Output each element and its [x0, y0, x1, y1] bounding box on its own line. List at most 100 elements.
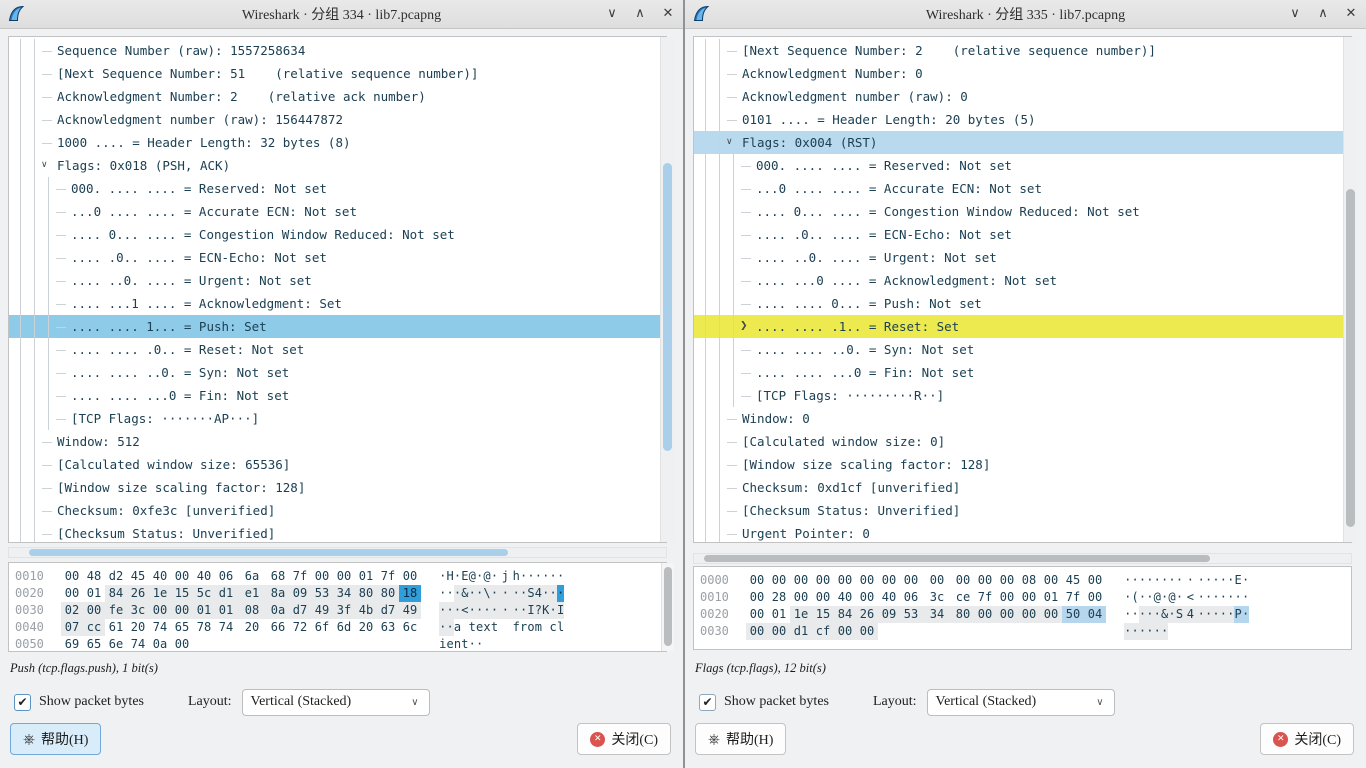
ascii-char[interactable]: ·	[1161, 572, 1168, 589]
hex-row[interactable]: 001000280000400040063cce7f0000017f00·(··…	[700, 589, 1351, 606]
ascii-char[interactable]: ·	[446, 602, 453, 619]
ascii-char[interactable]: ·	[1139, 572, 1146, 589]
hex-byte[interactable]: e1	[237, 585, 267, 602]
hex-byte[interactable]: 00	[974, 572, 996, 589]
hex-byte[interactable]: 20	[355, 619, 377, 636]
hex-byte[interactable]: 06	[900, 589, 922, 606]
hex-byte[interactable]: 40	[878, 589, 900, 606]
hex-byte[interactable]: 01	[215, 602, 237, 619]
ascii-char[interactable]: ·	[1124, 623, 1131, 640]
ascii-char[interactable]: ·	[549, 602, 556, 619]
ascii-char[interactable]: ·	[1168, 572, 1175, 589]
ascii-char[interactable]: ·	[491, 568, 498, 585]
ascii-char[interactable]: ·	[1242, 589, 1249, 606]
close-window-button[interactable]: ✕	[659, 4, 677, 24]
hex-byte[interactable]: 01	[83, 585, 105, 602]
hex-byte[interactable]: 7f	[377, 568, 399, 585]
hex-byte[interactable]: 53	[311, 585, 333, 602]
hex-byte[interactable]: 15	[171, 585, 193, 602]
hex-byte[interactable]: 66	[267, 619, 289, 636]
tree-row[interactable]: Window: 0	[694, 407, 1351, 430]
scrollbar-thumb[interactable]	[664, 567, 672, 646]
tree-row[interactable]: .... ...0 .... = Acknowledgment: Not set	[694, 269, 1351, 292]
hex-byte[interactable]: 20	[237, 619, 267, 636]
hex-byte[interactable]: 00	[311, 568, 333, 585]
minimize-button[interactable]: ∨	[1286, 4, 1304, 24]
ascii-char[interactable]: ·	[439, 568, 446, 585]
maximize-button[interactable]: ∧	[631, 4, 649, 24]
hex-byte[interactable]: 40	[834, 589, 856, 606]
hex-byte[interactable]: 00	[1040, 572, 1062, 589]
hex-row[interactable]: 00100048d245400040066a687f0000017f00·H·E…	[15, 568, 666, 585]
ascii-char[interactable]: 4	[535, 585, 542, 602]
expander-open-icon[interactable]: ∨	[726, 131, 742, 154]
ascii-char[interactable]: (	[1131, 589, 1138, 606]
tree-row[interactable]: 0101 .... = Header Length: 20 bytes (5)	[694, 108, 1351, 131]
ascii-char[interactable]: ·	[1168, 606, 1175, 623]
ascii-char[interactable]: ·	[520, 585, 527, 602]
ascii-char[interactable]: S	[527, 585, 534, 602]
ascii-char[interactable]: a	[454, 619, 461, 636]
hex-byte[interactable]: 63	[377, 619, 399, 636]
ascii-char[interactable]: ·	[1176, 589, 1183, 606]
tree-row[interactable]: .... .0.. .... = ECN-Echo: Not set	[9, 246, 666, 269]
tree-row[interactable]: [Next Sequence Number: 51 (relative sequ…	[9, 62, 666, 85]
packet-bytes-pane[interactable]: 000000000000000000000000000008004500····…	[693, 566, 1352, 650]
hex-byte[interactable]: 00	[399, 568, 421, 585]
scrollbar-thumb[interactable]	[704, 555, 1210, 562]
hex-byte[interactable]: 6f	[311, 619, 333, 636]
hex-byte[interactable]: 61	[105, 619, 127, 636]
hex-byte[interactable]: 0a	[267, 602, 289, 619]
tree-row[interactable]: ...0 .... .... = Accurate ECN: Not set	[694, 177, 1351, 200]
ascii-char[interactable]: t	[469, 619, 476, 636]
hex-byte[interactable]: 74	[127, 636, 149, 652]
ascii-char[interactable]: ·	[549, 585, 556, 602]
hex-byte[interactable]: 45	[127, 568, 149, 585]
ascii-char[interactable]: ·	[1131, 623, 1138, 640]
ascii-char[interactable]: ·	[1124, 572, 1131, 589]
hex-byte[interactable]: 00	[974, 606, 996, 623]
hex-byte[interactable]: 7f	[289, 568, 311, 585]
ascii-char[interactable]: t	[461, 636, 468, 652]
hex-byte[interactable]: 00	[746, 623, 768, 640]
hex-byte[interactable]: 09	[289, 585, 311, 602]
hex-row[interactable]: 00300000d1cf0000······	[700, 623, 1351, 640]
hex-byte[interactable]: 4b	[355, 602, 377, 619]
ascii-char[interactable]: ·	[1220, 572, 1227, 589]
tree-row[interactable]: .... .... .0.. = Reset: Not set	[9, 338, 666, 361]
hex-byte[interactable]: 08	[237, 602, 267, 619]
hex-byte[interactable]: 50	[1062, 606, 1084, 623]
tree-horizontal-scrollbar[interactable]	[8, 547, 667, 558]
hex-byte[interactable]: 00	[171, 568, 193, 585]
hex-byte[interactable]: 00	[149, 602, 171, 619]
hex-byte[interactable]: 80	[952, 606, 974, 623]
minimize-button[interactable]: ∨	[603, 4, 621, 24]
ascii-char[interactable]: &	[1161, 606, 1168, 623]
hex-byte[interactable]: 18	[399, 585, 421, 602]
ascii-char[interactable]: ·	[542, 585, 549, 602]
expander-closed-icon[interactable]: ❯	[740, 315, 756, 338]
hex-byte[interactable]: ce	[952, 589, 974, 606]
ascii-char[interactable]: ·	[446, 585, 453, 602]
maximize-button[interactable]: ∧	[1314, 4, 1332, 24]
tree-row[interactable]: .... 0... .... = Congestion Window Reduc…	[694, 200, 1351, 223]
ascii-char[interactable]: h	[513, 568, 520, 585]
ascii-char[interactable]: ·	[491, 585, 498, 602]
tree-row[interactable]: 1000 .... = Header Length: 32 bytes (8)	[9, 131, 666, 154]
ascii-char[interactable]: @	[1168, 589, 1175, 606]
hex-byte[interactable]: 00	[834, 623, 856, 640]
ascii-char[interactable]: @	[469, 568, 476, 585]
hex-byte[interactable]: 84	[105, 585, 127, 602]
hex-byte[interactable]: 00	[768, 623, 790, 640]
hex-byte[interactable]: 01	[1040, 589, 1062, 606]
titlebar[interactable]: Wireshark · 分组 334 · lib7.pcapng ∨ ∧ ✕	[0, 0, 683, 29]
hex-byte[interactable]: 6a	[237, 568, 267, 585]
hex-byte[interactable]: 00	[996, 572, 1018, 589]
ascii-char[interactable]: j	[498, 568, 512, 585]
ascii-char[interactable]: ·	[469, 602, 476, 619]
hex-byte[interactable]: 00	[768, 572, 790, 589]
hex-byte[interactable]: 1e	[149, 585, 171, 602]
tree-row[interactable]: .... 0... .... = Congestion Window Reduc…	[9, 223, 666, 246]
tree-row[interactable]: [Checksum Status: Unverified]	[9, 522, 666, 543]
ascii-char[interactable]	[542, 619, 549, 636]
